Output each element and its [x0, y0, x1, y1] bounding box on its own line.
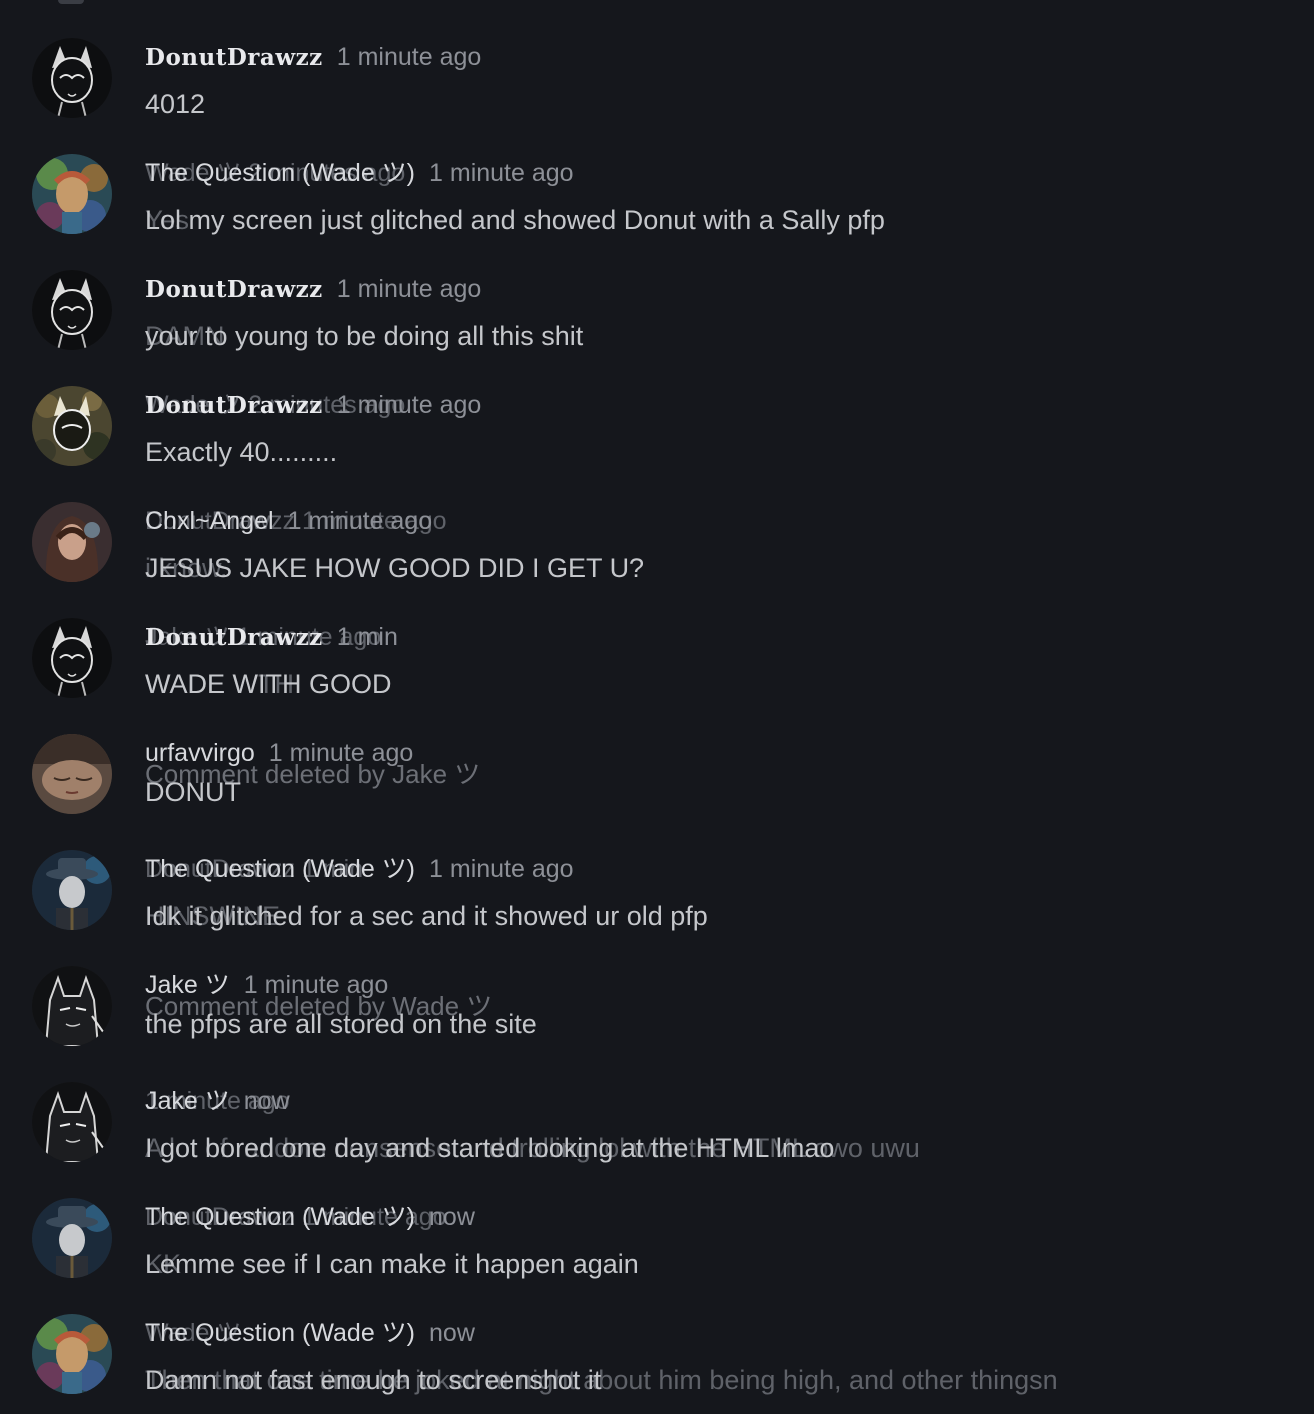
comment-author[interactable]: The Question (Wade ツ)	[145, 855, 415, 883]
comment-author[interactable]: The Question (Wade ツ)	[145, 1203, 415, 1231]
comment-author[interactable]: DonutDrawzz	[145, 44, 323, 71]
comment-author[interactable]: The Question (Wade ツ)	[145, 159, 415, 187]
avatar[interactable]	[32, 1314, 112, 1394]
comment-text: Damn not fast enough to screenshot it	[145, 1365, 602, 1395]
comment-author[interactable]: DonutDrawzz	[145, 392, 323, 419]
comment-timestamp: 1 minute ago	[336, 43, 482, 71]
comment-timestamp: 1 minute ago	[336, 391, 482, 419]
avatar[interactable]	[32, 502, 112, 582]
comment-header: The Question (Wade ツ) 1 minute ago	[145, 854, 574, 884]
avatar[interactable]	[32, 154, 112, 234]
comment-item: DonutDrawzz 1 minute ago Chxl~Angel 1 minu…	[0, 464, 1314, 583]
avatar[interactable]	[32, 618, 112, 698]
comment-item: DonutDrawzz 1 minute ago The Question (Wa…	[0, 1160, 1314, 1279]
comment-item: DonutDrawzz 1 minute ago 4012	[0, 0, 1314, 119]
comment-header: DonutDrawzz 1 minute ago	[145, 390, 481, 420]
comment-item: urfavvirgo 1 minute ago Comment deleted by…	[0, 696, 1314, 814]
comment-timestamp: 1 minute ago	[429, 159, 574, 187]
comment-header: The Question (Wade ツ) 1 minute ago	[145, 158, 574, 188]
avatar[interactable]	[32, 386, 112, 466]
avatar[interactable]	[32, 38, 112, 118]
comment-author[interactable]: Chxl~Angel	[145, 507, 274, 535]
comment-item: Wade ツ The Question (Wade ツ) now Then that …	[0, 1276, 1314, 1395]
comment-header: DonutDrawzz 1 min	[145, 622, 398, 652]
comment-timestamp: 1 minute ago	[336, 275, 482, 303]
comment-author[interactable]: The Question (Wade ツ)	[145, 1319, 415, 1347]
comment-text: the pfps are all stored on the site	[145, 1009, 537, 1039]
comment-timestamp: 1 minute ago	[287, 507, 433, 535]
comment-header: DonutDrawzz 1 minute ago	[145, 42, 481, 72]
comment-timestamp: now	[429, 1203, 475, 1231]
comment-timestamp: 1 min	[336, 623, 398, 651]
comment-author[interactable]: DonutDrawzz	[145, 624, 323, 651]
comment-timestamp: now	[243, 1087, 290, 1115]
avatar[interactable]	[32, 1198, 112, 1278]
avatar[interactable]	[32, 1082, 112, 1162]
comment-text: DONUT	[145, 777, 241, 807]
comment-timestamp: 1 minute ago	[429, 855, 574, 883]
avatar[interactable]	[32, 850, 112, 930]
comment-header: Jake ツ now	[145, 1086, 290, 1116]
comment-item: DonutDrawzz 1 minute ago DAMN your to young…	[0, 232, 1314, 351]
comment-item: Jake ツ1 minute ago Comment deleted by Wad…	[0, 928, 1314, 1046]
comment-author[interactable]: Jake ツ	[145, 1087, 230, 1115]
avatar[interactable]	[32, 966, 112, 1046]
comment-timestamp: now	[429, 1319, 475, 1347]
comment-header: Chxl~Angel 1 minute ago	[145, 506, 432, 536]
comment-item: 1 minute ago Jake ツ now A lot of random non…	[0, 1044, 1314, 1163]
comment-header: The Question (Wade ツ) now	[145, 1202, 475, 1232]
comment-item: Jake ツ 1 minute ago DonutDrawzz 1 min WADE …	[0, 580, 1314, 699]
comment-author[interactable]: DonutDrawzz	[145, 276, 323, 303]
avatar[interactable]	[32, 270, 112, 350]
comment-item: Wade ツ 2 minutes ago The Question (Wade ツ…	[0, 116, 1314, 235]
comment-header: The Question (Wade ツ) now	[145, 1318, 475, 1348]
comment-item: Wade ツ 2 minutes ago DonutDrawzz 1 minute …	[0, 348, 1314, 467]
comment-item: DonutDrawzz 1 min The Question (Wade ツ) 1 …	[0, 812, 1314, 931]
comment-header: DonutDrawzz 1 minute ago	[145, 274, 481, 304]
avatar[interactable]	[32, 734, 112, 814]
